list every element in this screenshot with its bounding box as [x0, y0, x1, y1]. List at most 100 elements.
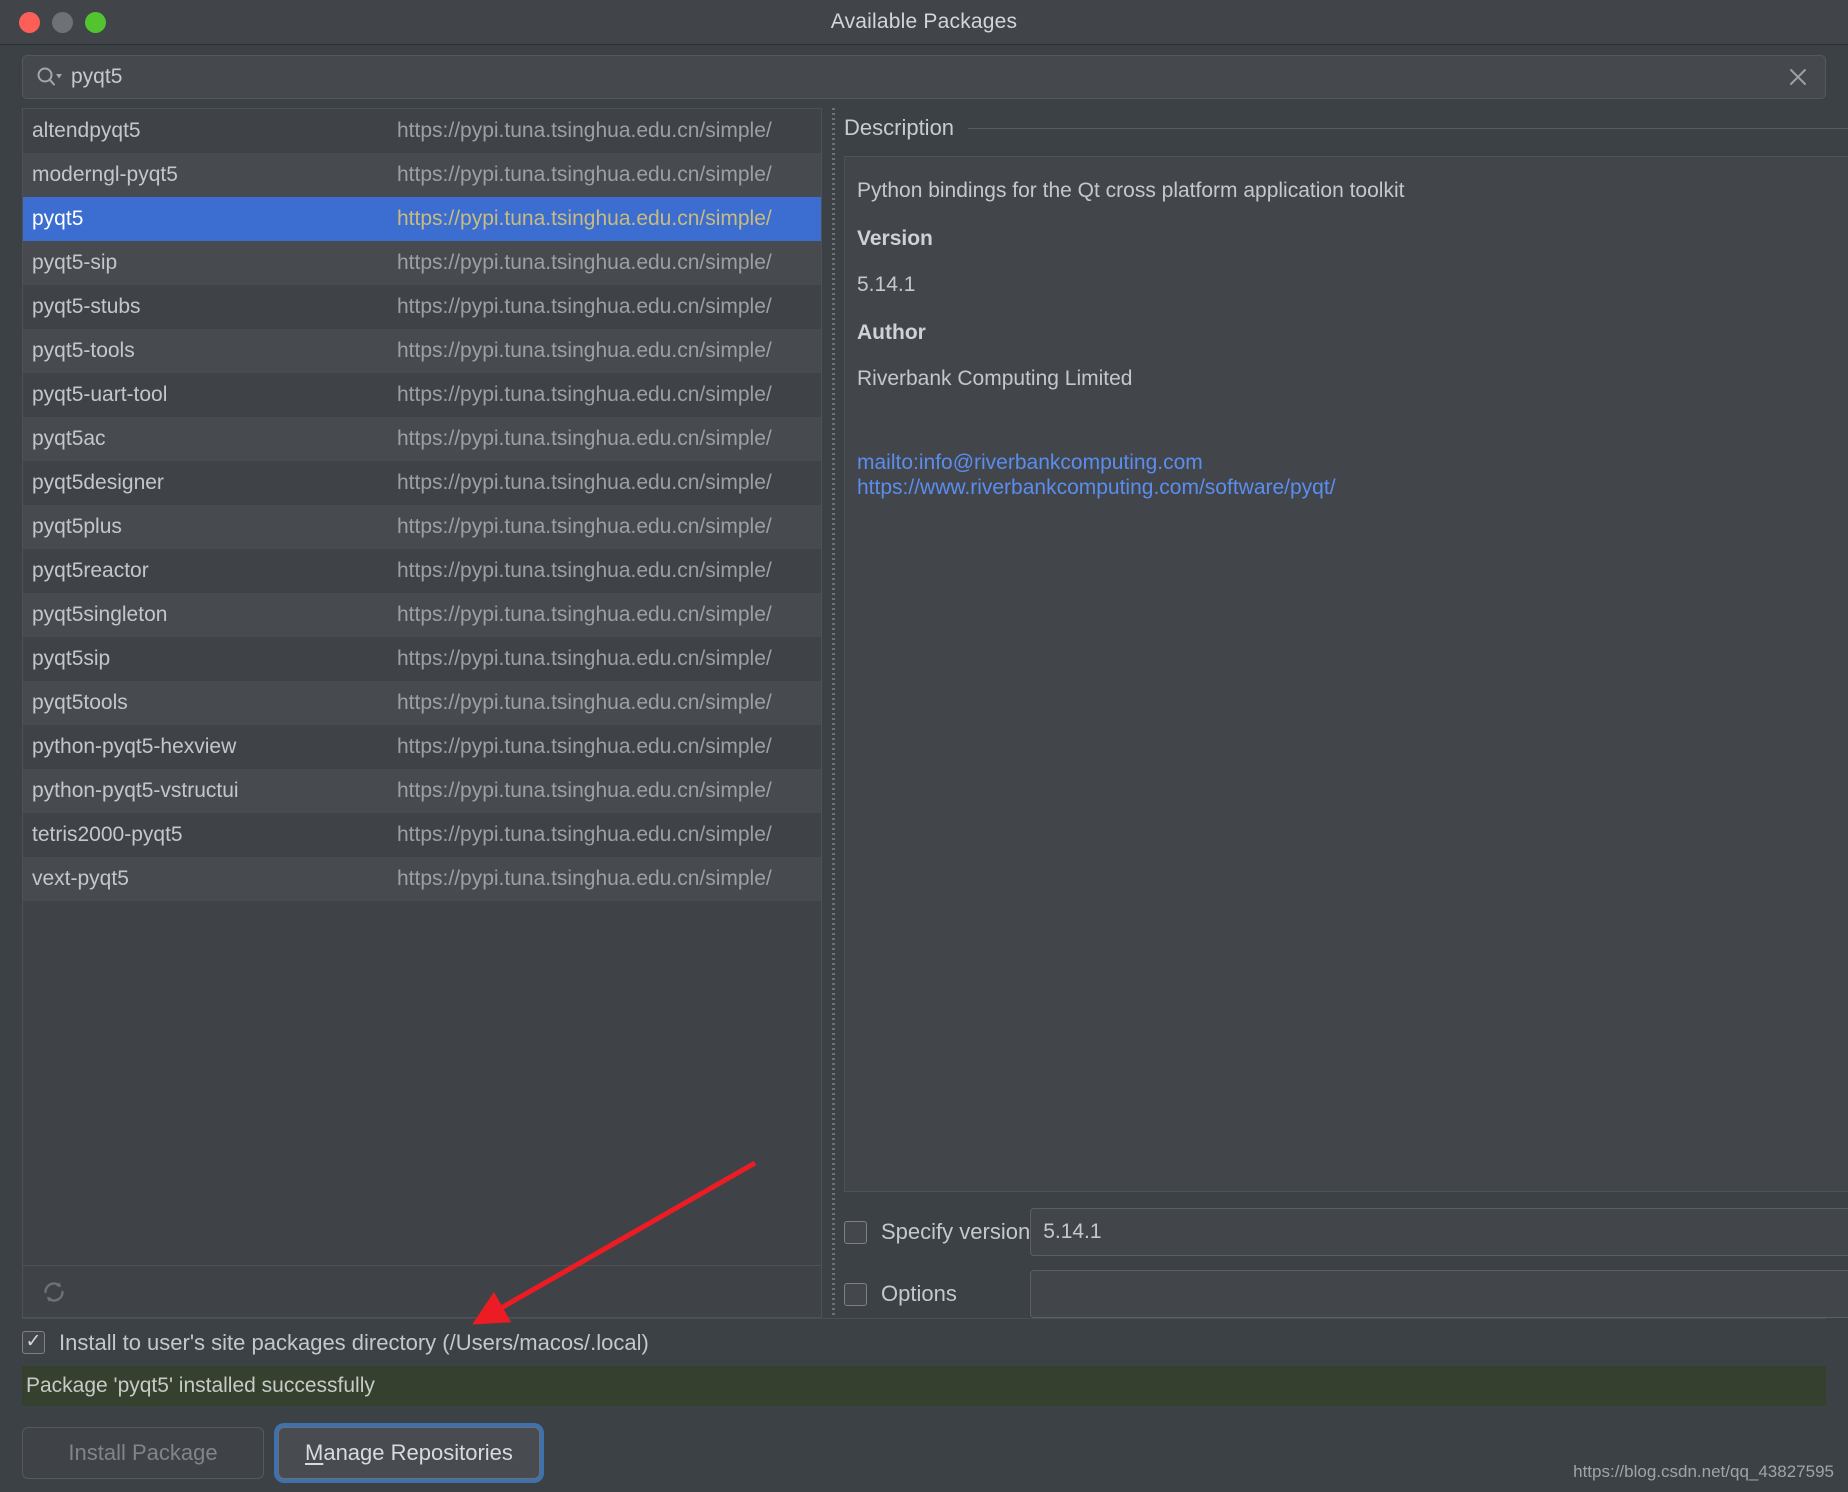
package-name: moderngl-pyqt5 — [32, 163, 397, 187]
package-name: pyqt5sip — [32, 647, 397, 671]
package-name: pyqt5singleton — [32, 603, 397, 627]
package-row[interactable]: pyqt5achttps://pypi.tuna.tsinghua.edu.cn… — [23, 417, 821, 461]
install-to-user-site-checkbox[interactable]: ✓ — [22, 1331, 45, 1354]
window-controls — [0, 12, 106, 33]
package-row[interactable]: pyqt5-toolshttps://pypi.tuna.tsinghua.ed… — [23, 329, 821, 373]
version-select[interactable]: 5.14.1 — [1030, 1208, 1848, 1256]
dialog-footer: ✓ Install to user's site packages direct… — [0, 1318, 1848, 1492]
package-repository-url: https://pypi.tuna.tsinghua.edu.cn/simple… — [397, 647, 817, 671]
footer-buttons: Install Package Manage Repositories — [22, 1406, 1826, 1492]
packages-pane: altendpyqt5https://pypi.tuna.tsinghua.ed… — [22, 108, 822, 1318]
package-row[interactable]: pyqt5reactorhttps://pypi.tuna.tsinghua.e… — [23, 549, 821, 593]
package-row[interactable]: pyqt5siphttps://pypi.tuna.tsinghua.edu.c… — [23, 637, 821, 681]
package-name: pyqt5-sip — [32, 251, 397, 275]
search-input[interactable]: pyqt5 — [22, 55, 1826, 99]
package-row[interactable]: pyqt5https://pypi.tuna.tsinghua.edu.cn/s… — [23, 197, 821, 241]
description-body: Python bindings for the Qt cross platfor… — [844, 156, 1848, 1192]
specify-version-row: ✓ Specify version 5.14.1 — [844, 1208, 1848, 1256]
package-repository-url: https://pypi.tuna.tsinghua.edu.cn/simple… — [397, 603, 817, 627]
description-divider — [968, 128, 1848, 129]
search-bar: pyqt5 — [0, 45, 1848, 108]
package-name: pyqt5tools — [32, 691, 397, 715]
package-repository-url: https://pypi.tuna.tsinghua.edu.cn/simple… — [397, 559, 817, 583]
package-name: pyqt5reactor — [32, 559, 397, 583]
options-checkbox[interactable]: ✓ — [844, 1283, 867, 1306]
package-name: pyqt5 — [32, 207, 397, 231]
minimize-button[interactable] — [52, 12, 73, 33]
description-header: Description — [844, 108, 1848, 148]
package-repository-url: https://pypi.tuna.tsinghua.edu.cn/simple… — [397, 295, 817, 319]
project-homepage-link[interactable]: https://www.riverbankcomputing.com/softw… — [857, 476, 1848, 501]
pane-splitter[interactable] — [822, 108, 844, 1318]
package-row[interactable]: pyqt5-uart-toolhttps://pypi.tuna.tsinghu… — [23, 373, 821, 417]
package-repository-url: https://pypi.tuna.tsinghua.edu.cn/simple… — [397, 735, 817, 759]
packages-list-frame: altendpyqt5https://pypi.tuna.tsinghua.ed… — [22, 108, 822, 1318]
package-summary: Python bindings for the Qt cross platfor… — [857, 179, 1848, 203]
zoom-button[interactable] — [85, 12, 106, 33]
package-row[interactable]: pyqt5plushttps://pypi.tuna.tsinghua.edu.… — [23, 505, 821, 549]
author-email-link[interactable]: mailto:info@riverbankcomputing.com — [857, 451, 1848, 476]
specify-version-label: Specify version — [881, 1219, 1030, 1245]
package-row[interactable]: pyqt5-siphttps://pypi.tuna.tsinghua.edu.… — [23, 241, 821, 285]
package-name: altendpyqt5 — [32, 119, 397, 143]
options-input[interactable] — [1030, 1270, 1848, 1318]
package-row[interactable]: tetris2000-pyqt5https://pypi.tuna.tsingh… — [23, 813, 821, 857]
version-select-value: 5.14.1 — [1043, 1220, 1848, 1244]
package-repository-url: https://pypi.tuna.tsinghua.edu.cn/simple… — [397, 471, 817, 495]
package-repository-url: https://pypi.tuna.tsinghua.edu.cn/simple… — [397, 691, 817, 715]
install-package-button[interactable]: Install Package — [22, 1427, 264, 1479]
search-icon — [36, 66, 62, 88]
close-icon[interactable] — [1780, 59, 1816, 95]
package-row[interactable]: pyqt5toolshttps://pypi.tuna.tsinghua.edu… — [23, 681, 821, 725]
window-title: Available Packages — [0, 10, 1848, 34]
package-repository-url: https://pypi.tuna.tsinghua.edu.cn/simple… — [397, 383, 817, 407]
author-value: Riverbank Computing Limited — [857, 367, 1848, 391]
status-message: Package 'pyqt5' installed successfully — [26, 1374, 375, 1398]
close-button[interactable] — [19, 12, 40, 33]
package-row[interactable]: pyqt5singletonhttps://pypi.tuna.tsinghua… — [23, 593, 821, 637]
package-name: tetris2000-pyqt5 — [32, 823, 397, 847]
package-row[interactable]: pyqt5-stubshttps://pypi.tuna.tsinghua.ed… — [23, 285, 821, 329]
install-to-user-site-label: Install to user's site packages director… — [59, 1330, 649, 1356]
package-row[interactable]: moderngl-pyqt5https://pypi.tuna.tsinghua… — [23, 153, 821, 197]
package-name: pyqt5plus — [32, 515, 397, 539]
options-label: Options — [881, 1281, 957, 1307]
install-options: ✓ Specify version 5.14.1 ✓ Options — [844, 1192, 1848, 1318]
packages-list[interactable]: altendpyqt5https://pypi.tuna.tsinghua.ed… — [23, 109, 821, 1265]
refresh-icon[interactable] — [39, 1277, 69, 1307]
status-bar: Package 'pyqt5' installed successfully — [22, 1366, 1826, 1406]
package-repository-url: https://pypi.tuna.tsinghua.edu.cn/simple… — [397, 427, 817, 451]
package-repository-url: https://pypi.tuna.tsinghua.edu.cn/simple… — [397, 339, 817, 363]
package-row[interactable]: pyqt5designerhttps://pypi.tuna.tsinghua.… — [23, 461, 821, 505]
package-name: vext-pyqt5 — [32, 867, 397, 891]
package-row[interactable]: vext-pyqt5https://pypi.tuna.tsinghua.edu… — [23, 857, 821, 901]
search-value: pyqt5 — [71, 65, 1780, 89]
available-packages-dialog: Available Packages pyqt5 — [0, 0, 1848, 1492]
window-titlebar: Available Packages — [0, 0, 1848, 45]
package-repository-url: https://pypi.tuna.tsinghua.edu.cn/simple… — [397, 119, 817, 143]
package-name: pyqt5-tools — [32, 339, 397, 363]
package-name: pyqt5-uart-tool — [32, 383, 397, 407]
description-spacer — [857, 415, 1848, 451]
package-repository-url: https://pypi.tuna.tsinghua.edu.cn/simple… — [397, 515, 817, 539]
manage-repositories-button[interactable]: Manage Repositories — [278, 1427, 540, 1479]
package-name: python-pyqt5-hexview — [32, 735, 397, 759]
package-name: pyqt5ac — [32, 427, 397, 451]
package-name: python-pyqt5-vstructui — [32, 779, 397, 803]
packages-list-toolbar — [23, 1265, 821, 1317]
description-pane: Description Python bindings for the Qt c… — [844, 108, 1848, 1318]
package-row[interactable]: altendpyqt5https://pypi.tuna.tsinghua.ed… — [23, 109, 821, 153]
package-repository-url: https://pypi.tuna.tsinghua.edu.cn/simple… — [397, 867, 817, 891]
options-row: ✓ Options — [844, 1270, 1848, 1318]
manage-repositories-label: anage Repositories — [323, 1440, 513, 1465]
package-name: pyqt5-stubs — [32, 295, 397, 319]
package-row[interactable]: python-pyqt5-hexviewhttps://pypi.tuna.ts… — [23, 725, 821, 769]
manage-repositories-mnemonic: M — [305, 1440, 323, 1465]
package-repository-url: https://pypi.tuna.tsinghua.edu.cn/simple… — [397, 163, 817, 187]
specify-version-checkbox[interactable]: ✓ — [844, 1221, 867, 1244]
package-repository-url: https://pypi.tuna.tsinghua.edu.cn/simple… — [397, 779, 817, 803]
package-row[interactable]: python-pyqt5-vstructuihttps://pypi.tuna.… — [23, 769, 821, 813]
package-repository-url: https://pypi.tuna.tsinghua.edu.cn/simple… — [397, 823, 817, 847]
dialog-body: altendpyqt5https://pypi.tuna.tsinghua.ed… — [0, 108, 1848, 1318]
package-name: pyqt5designer — [32, 471, 397, 495]
